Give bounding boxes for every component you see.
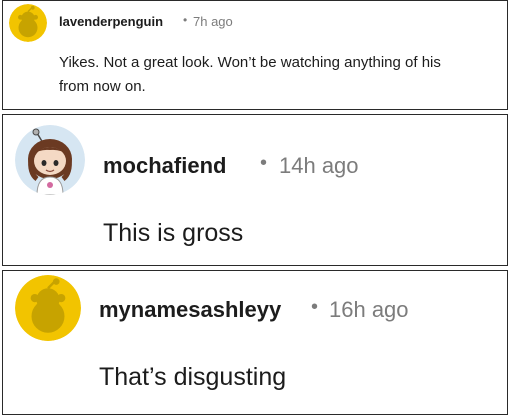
separator-dot: • xyxy=(183,13,188,27)
comment-username[interactable]: lavenderpenguin xyxy=(59,14,163,29)
snoo-avatar-icon[interactable] xyxy=(9,4,47,42)
comment-text-line: from now on. xyxy=(59,78,146,95)
comment-username[interactable]: mochafiend xyxy=(103,153,226,179)
snoo-avatar-icon[interactable] xyxy=(15,275,81,341)
comment-username[interactable]: mynamesashleyy xyxy=(99,297,281,323)
separator-dot: • xyxy=(260,152,268,174)
comment-text-line: Yikes. Not a great look. Won’t be watchi… xyxy=(59,54,441,71)
comment-timestamp[interactable]: 7h ago xyxy=(193,14,233,29)
comment-timestamp[interactable]: 16h ago xyxy=(329,297,409,323)
comment-card: lavenderpenguin • 7h ago Yikes. Not a gr… xyxy=(2,0,508,110)
comment-card: mynamesashleyy • 16h ago That’s disgusti… xyxy=(2,270,508,415)
separator-dot: • xyxy=(311,296,319,318)
comment-card: mochafiend • 14h ago This is gross xyxy=(2,114,508,266)
snoo-custom-avatar-icon[interactable] xyxy=(15,125,85,195)
comment-text: That’s disgusting xyxy=(99,363,287,391)
comment-timestamp[interactable]: 14h ago xyxy=(279,153,359,179)
comment-text: This is gross xyxy=(103,219,244,247)
